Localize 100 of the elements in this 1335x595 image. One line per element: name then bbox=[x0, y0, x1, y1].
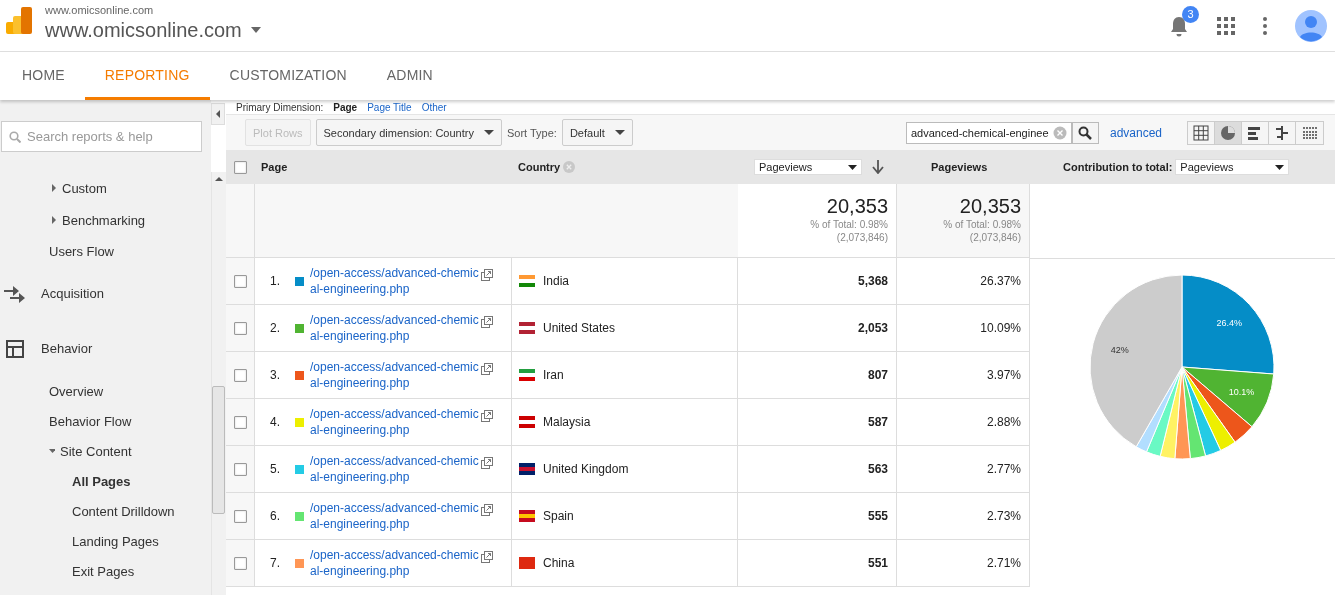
table-view-icon bbox=[1193, 124, 1209, 141]
sidebar-item[interactable]: Users Flow bbox=[0, 236, 211, 266]
flag-icon bbox=[519, 416, 535, 428]
country-name: Iran bbox=[543, 368, 564, 382]
dimension-label: Primary Dimension: bbox=[236, 101, 324, 113]
sidebar-item[interactable]: All Pages bbox=[0, 466, 211, 496]
checkbox[interactable] bbox=[233, 368, 247, 382]
checkbox[interactable] bbox=[233, 462, 247, 476]
sidebar-section[interactable]: Acquisition bbox=[0, 266, 211, 321]
view-toggle[interactable] bbox=[1215, 121, 1242, 144]
flag-icon bbox=[519, 557, 535, 569]
search-button[interactable] bbox=[1071, 121, 1099, 144]
checkbox[interactable] bbox=[233, 556, 247, 570]
clear-icon bbox=[1052, 125, 1067, 140]
flag-icon bbox=[519, 322, 535, 334]
slice-label: 26.4% bbox=[1216, 318, 1242, 329]
percent-value: 26.37% bbox=[980, 274, 1021, 288]
property-selector[interactable]: www.omicsonline.com bbox=[45, 17, 262, 43]
sidebar-item[interactable]: Landing Pages bbox=[0, 526, 211, 556]
page-link[interactable]: /open-access/advanced-chemic al-engineering.php bbox=[310, 547, 479, 579]
external-link-icon bbox=[480, 316, 493, 328]
page-link[interactable]: /open-access/advanced-chemic al-engineering.php bbox=[310, 500, 479, 532]
external-link-icon bbox=[480, 551, 493, 563]
sort-type-dropdown[interactable]: Default bbox=[561, 119, 633, 146]
external-link-icon bbox=[480, 504, 493, 516]
apps-grid-icon[interactable] bbox=[1217, 16, 1235, 35]
more-icon[interactable] bbox=[1263, 16, 1267, 35]
caret-icon bbox=[1275, 164, 1285, 170]
contribution-label: Contribution to total: bbox=[1063, 161, 1173, 173]
scrollbar-thumb[interactable] bbox=[212, 386, 225, 514]
percent-value: 2.71% bbox=[986, 556, 1021, 570]
column-header[interactable]: Page bbox=[261, 161, 288, 173]
flag-icon bbox=[519, 463, 535, 475]
sidebar-item[interactable]: Custom bbox=[0, 172, 211, 204]
sidebar-item[interactable]: Overview bbox=[0, 376, 211, 406]
search-field[interactable]: Search reports & help bbox=[1, 121, 202, 152]
total-share: % of Total: 0.98% bbox=[810, 218, 888, 231]
checkbox[interactable] bbox=[233, 321, 247, 335]
nav-tab[interactable]: CUSTOMIZATION bbox=[209, 52, 367, 100]
sidebar-item[interactable]: Benchmarking bbox=[0, 204, 211, 236]
percent-value: 3.97% bbox=[986, 368, 1021, 382]
row-number: 2. bbox=[270, 321, 281, 335]
pageviews-value: 2,053 bbox=[857, 321, 888, 335]
row-number: 5. bbox=[270, 462, 281, 476]
sidebar-item[interactable]: Exit Pages bbox=[0, 556, 211, 586]
column-header[interactable]: Country bbox=[518, 161, 561, 173]
dimension-link[interactable]: Other bbox=[421, 101, 447, 113]
page-link[interactable]: /open-access/advanced-chemic al-engineering.php bbox=[310, 406, 479, 438]
compare-view-icon bbox=[1274, 124, 1290, 141]
dimension-link[interactable]: Page Title bbox=[367, 101, 412, 113]
external-link-icon bbox=[480, 363, 493, 375]
caret-icon bbox=[614, 129, 625, 136]
advanced-link[interactable]: advanced bbox=[1109, 125, 1162, 140]
dimension-link[interactable]: Page bbox=[333, 101, 358, 113]
nav-tab[interactable]: HOME bbox=[2, 52, 85, 100]
sidebar-item[interactable]: Site Content bbox=[0, 436, 211, 466]
sort-down-icon bbox=[872, 160, 884, 174]
country-name: United States bbox=[543, 321, 616, 335]
checkbox[interactable] bbox=[233, 274, 247, 288]
bar-view-icon bbox=[1247, 124, 1263, 141]
pageviews-value: 563 bbox=[867, 462, 888, 476]
percent-value: 2.88% bbox=[986, 415, 1021, 429]
checkbox[interactable] bbox=[234, 160, 247, 174]
secondary-dimension-dropdown[interactable]: Secondary dimension: Country bbox=[315, 119, 502, 146]
filter-field[interactable]: advanced-chemical-enginee bbox=[905, 121, 1072, 144]
page-link[interactable]: /open-access/advanced-chemic al-engineering.php bbox=[310, 359, 479, 391]
sidebar-item[interactable]: Content Drilldown bbox=[0, 496, 211, 526]
sidebar-section[interactable]: Behavior bbox=[0, 321, 211, 376]
caret-icon bbox=[848, 164, 857, 170]
external-link-icon bbox=[480, 269, 493, 281]
metric-dropdown[interactable]: Pageviews bbox=[754, 159, 862, 175]
percent-value: 2.73% bbox=[986, 509, 1021, 523]
page-link[interactable]: /open-access/advanced-chemic al-engineering.php bbox=[310, 312, 479, 344]
country-name: United Kingdom bbox=[543, 462, 629, 476]
nav-tab[interactable]: ADMIN bbox=[366, 52, 453, 100]
sidebar-item[interactable]: Behavior Flow bbox=[0, 406, 211, 436]
pivot-view-icon bbox=[1301, 124, 1318, 141]
total-share: % of Total: 0.98% bbox=[943, 218, 1021, 231]
percent-value: 2.77% bbox=[986, 462, 1021, 476]
page-link[interactable]: /open-access/advanced-chemic al-engineering.php bbox=[310, 453, 479, 485]
notifications-icon[interactable] bbox=[1169, 14, 1189, 37]
external-link-icon bbox=[480, 410, 493, 422]
total-sum: (2,073,846) bbox=[836, 231, 888, 244]
flag-icon bbox=[519, 369, 535, 381]
scroll-up-icon bbox=[215, 176, 223, 182]
pageviews-value: 5,368 bbox=[857, 274, 888, 288]
slice-label: 10.1% bbox=[1228, 386, 1255, 397]
collapse-button[interactable] bbox=[211, 103, 225, 125]
external-link-icon bbox=[480, 457, 493, 469]
avatar-icon[interactable] bbox=[1295, 9, 1327, 42]
contribution-dropdown[interactable]: Pageviews bbox=[1175, 159, 1290, 175]
checkbox[interactable] bbox=[233, 415, 247, 429]
page-link[interactable]: /open-access/advanced-chemic al-engineering.php bbox=[310, 265, 479, 297]
pageviews-value: 555 bbox=[867, 509, 888, 523]
arrows-icon bbox=[3, 283, 26, 304]
country-name: China bbox=[543, 556, 575, 570]
sort-type-label: Sort Type: bbox=[506, 126, 557, 139]
checkbox[interactable] bbox=[233, 509, 247, 523]
pie-view-icon bbox=[1220, 124, 1236, 141]
column-header[interactable]: Pageviews bbox=[931, 161, 988, 173]
